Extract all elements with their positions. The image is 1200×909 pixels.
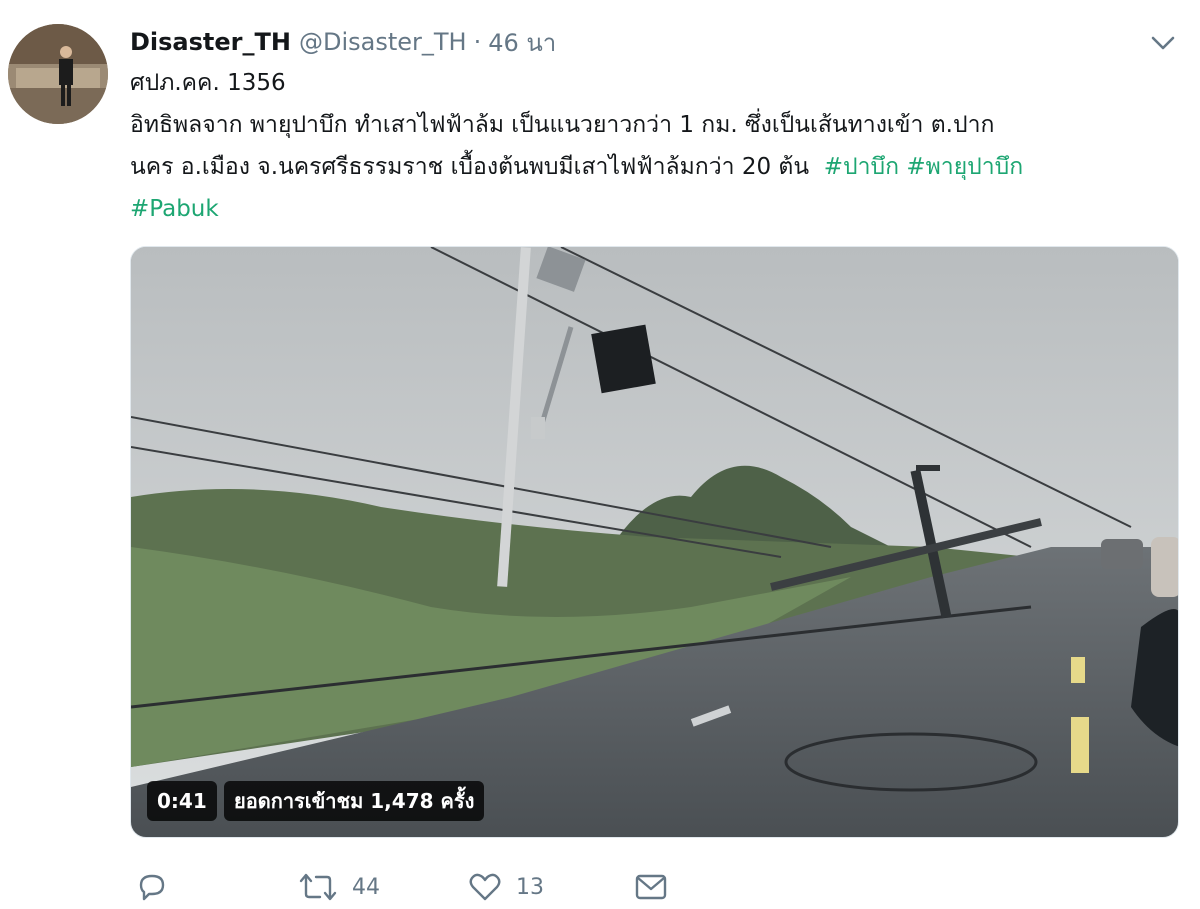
dm-icon: [635, 874, 667, 900]
hashtag-pabuek[interactable]: #ปาบึก: [824, 154, 899, 180]
separator-dot: ·: [473, 28, 482, 56]
display-name[interactable]: Disaster_TH: [130, 28, 291, 56]
tweet-header: Disaster_TH @Disaster_TH · 46 นา: [130, 24, 556, 60]
text-line-2: อิทธิพลจาก พายุปาบึก ทำเสาไฟฟ้าล้ม เป็นแ…: [130, 112, 995, 138]
avatar[interactable]: [8, 24, 108, 124]
chevron-down-icon[interactable]: [1150, 30, 1176, 56]
avatar-image: [8, 24, 108, 124]
tweet-actions: 44 13: [0, 868, 1200, 908]
reply-button[interactable]: [135, 868, 183, 906]
text-line-3: นคร อ.เมือง จ.นครศรีธรรมราช เบื้องต้นพบม…: [130, 146, 1170, 188]
hashtag-storm-pabuek[interactable]: #พายุปาบึก: [906, 154, 1023, 180]
retweet-button[interactable]: 44: [298, 868, 380, 906]
video-player[interactable]: [130, 246, 1179, 838]
retweet-count: 44: [352, 874, 380, 900]
like-count: 13: [516, 874, 544, 900]
handle[interactable]: @Disaster_TH: [299, 28, 467, 56]
video-frame: [131, 247, 1178, 837]
like-icon: [469, 873, 501, 901]
text-line-4: #Pabuk: [130, 188, 1170, 230]
timestamp[interactable]: 46 นา: [488, 23, 556, 62]
text-line-1: ศปภ.คค. 1356: [130, 70, 286, 96]
text-line-3-body: นคร อ.เมือง จ.นครศรีธรรมราช เบื้องต้นพบม…: [130, 154, 810, 180]
like-button[interactable]: 13: [468, 868, 544, 906]
hashtag-pabuk[interactable]: #Pabuk: [130, 196, 219, 222]
video-views-badge: ยอดการเข้าชม 1,478 ครั้ง: [224, 781, 485, 821]
reply-icon: [139, 874, 165, 901]
tweet-text: ศปภ.คค. 1356 อิทธิพลจาก พายุปาบึก ทำเสาไ…: [130, 62, 1170, 230]
retweet-icon: [299, 873, 337, 901]
video-duration-badge: 0:41: [147, 781, 217, 821]
dm-button[interactable]: [634, 868, 668, 906]
